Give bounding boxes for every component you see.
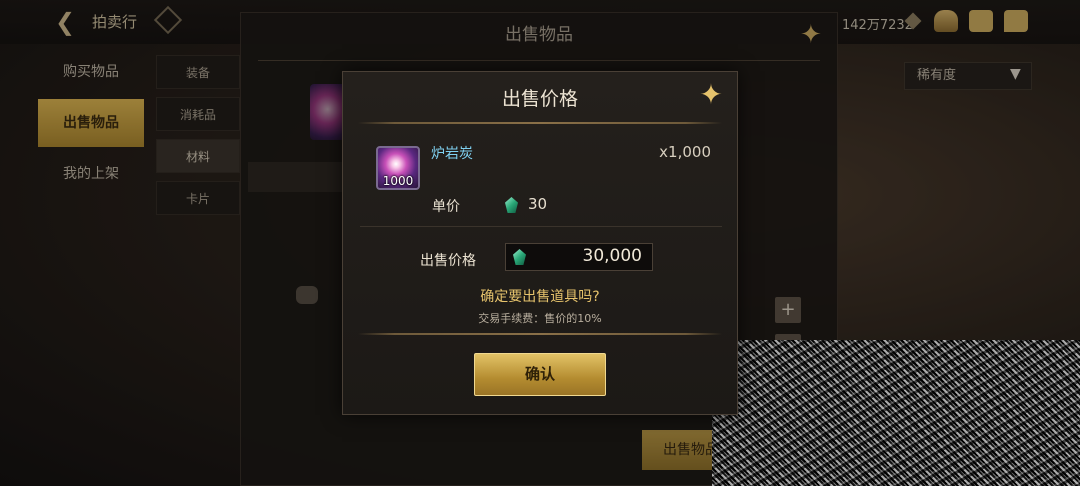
dialog-title: 出售价格 <box>501 88 578 110</box>
sell-price-label: 出售价格 <box>420 253 476 269</box>
unit-price-label: 单价 <box>432 199 460 215</box>
confirm-question: 确定要出售道具吗? <box>480 289 600 305</box>
unit-price-value: 30 <box>528 195 548 213</box>
item-quantity: x1,000 <box>659 143 711 161</box>
divider <box>358 122 722 124</box>
item-name: 炉岩炭 <box>431 146 473 162</box>
divider <box>360 226 722 227</box>
divider <box>358 333 722 335</box>
item-stack-count: 1000 <box>382 174 414 188</box>
confirm-button[interactable]: 确认 <box>474 353 606 396</box>
sell-price-value[interactable]: 30,000 <box>530 246 642 266</box>
close-icon[interactable]: ✦ <box>696 80 726 110</box>
fee-note: 交易手续费：售价的10% <box>478 312 602 325</box>
